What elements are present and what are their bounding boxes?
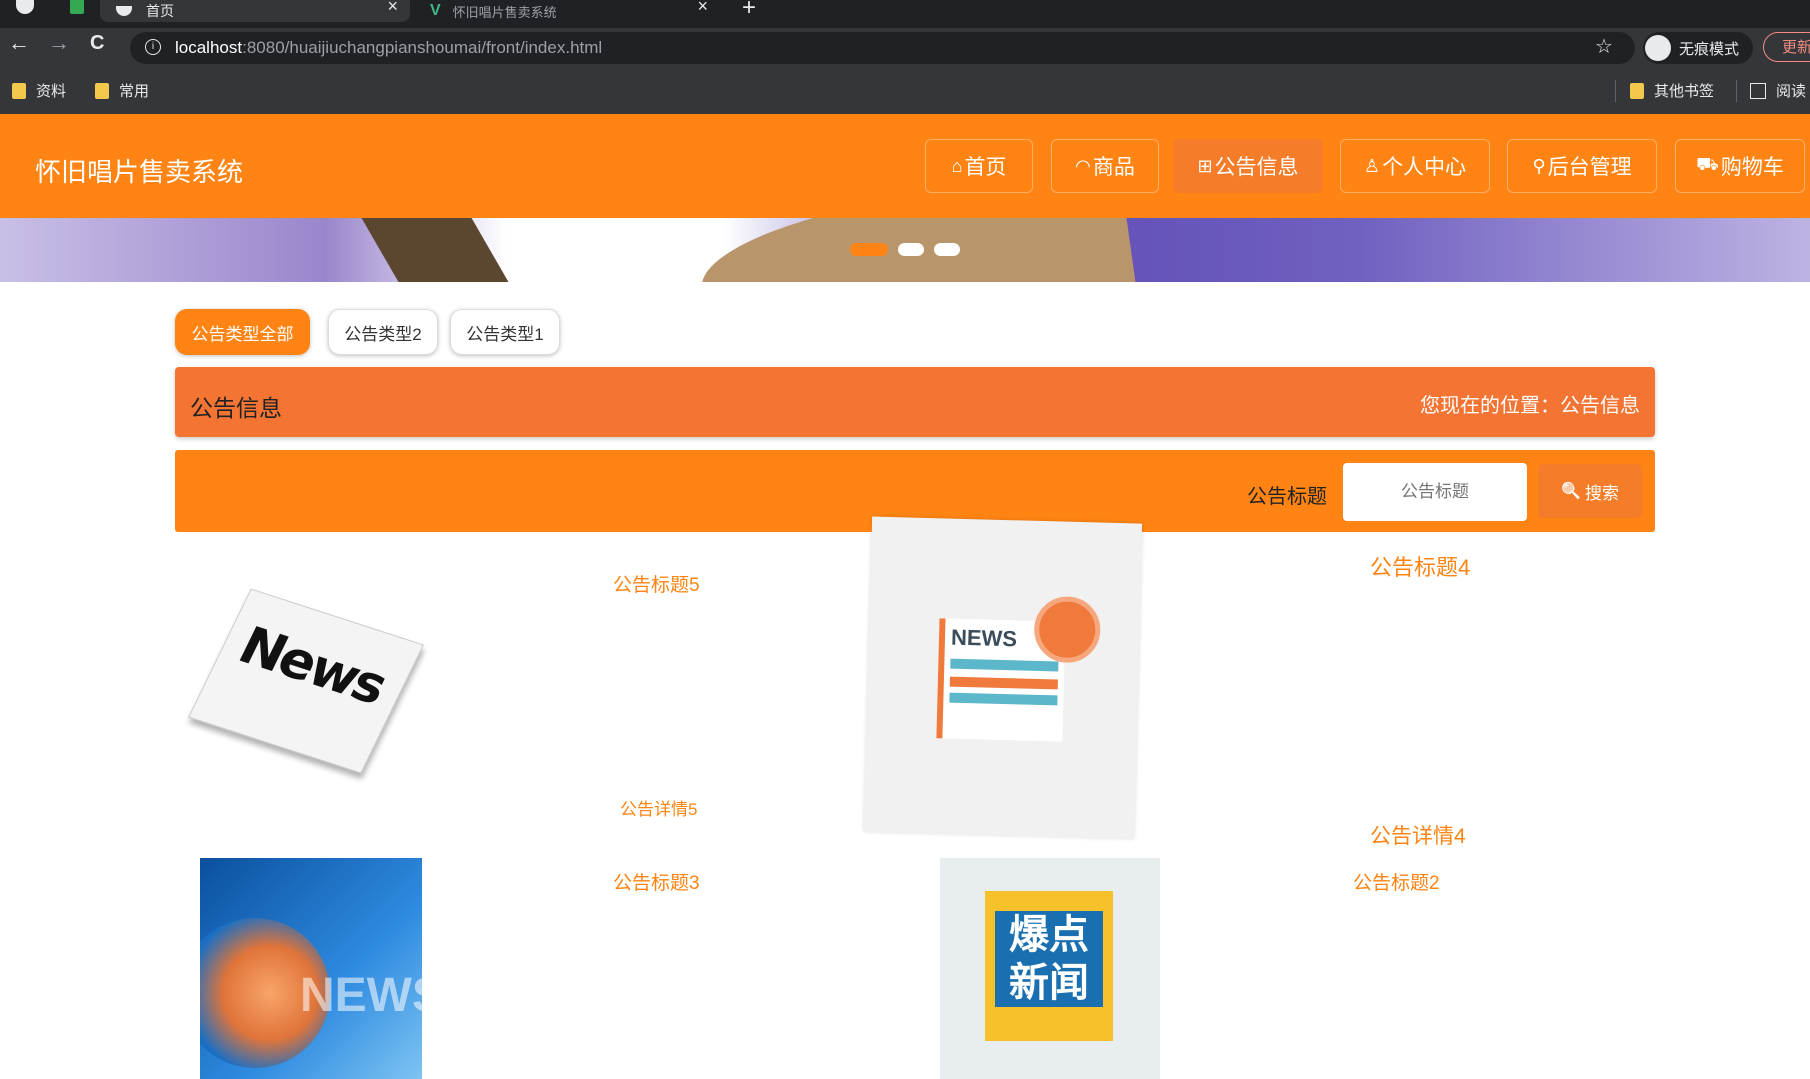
carousel-dot[interactable] — [850, 243, 888, 256]
search-input[interactable] — [1343, 463, 1527, 521]
info-icon[interactable]: i — [145, 39, 161, 55]
folder-icon — [95, 82, 109, 99]
carousel-dot[interactable] — [898, 243, 924, 256]
nav-label: 商品 — [1092, 156, 1135, 179]
notice-detail[interactable]: 公告详情4 — [1370, 820, 1466, 850]
carousel-indicators — [850, 243, 960, 256]
divider — [1736, 80, 1737, 102]
tab-site[interactable]: V 怀旧唱片售卖系统 × — [420, 0, 720, 22]
reading-list-label: 阅读 — [1776, 83, 1807, 100]
nav-home[interactable]: ⌂ 首页 — [925, 139, 1033, 193]
chrome-icon[interactable] — [16, 0, 34, 14]
home-icon: ⌂ — [951, 155, 963, 176]
browser-toolbar: ← → C i localhost:8080/huaijiuchangpians… — [0, 28, 1810, 68]
nav-cart[interactable]: ⛟ 购物车 — [1675, 139, 1805, 193]
nav-personal-center[interactable]: ♙ 个人中心 — [1340, 139, 1490, 193]
newspaper-headline: News — [229, 616, 395, 716]
bookmark-label: 常用 — [119, 83, 150, 100]
filter-type-1[interactable]: 公告类型1 — [450, 309, 560, 355]
notice-image[interactable]: NEWS — [200, 858, 422, 1079]
notice-title[interactable]: 公告标题4 — [1370, 550, 1470, 582]
bookmarks-bar: 资料 常用 其他书签 阅读 — [0, 68, 1810, 114]
breadcrumb: 您现在的位置：公告信息 — [1420, 395, 1640, 417]
cart-icon: ⛟ — [1696, 154, 1719, 174]
search-button-label: 搜索 — [1584, 483, 1619, 503]
close-tab-icon[interactable]: × — [387, 0, 398, 17]
dashboard-icon: ◠ — [1075, 155, 1091, 176]
reading-list-icon — [1750, 82, 1766, 99]
nav-admin[interactable]: ⚲ 后台管理 — [1507, 139, 1657, 193]
chrome-icon — [116, 6, 132, 16]
nav-products[interactable]: ◠ 商品 — [1051, 139, 1159, 193]
notice-title[interactable]: 公告标题2 — [1353, 868, 1440, 895]
vue-icon: V — [430, 2, 441, 19]
filter-all[interactable]: 公告类型全部 — [175, 309, 310, 355]
folder-icon — [1630, 82, 1644, 99]
incognito-indicator[interactable]: 无痕模式 — [1643, 32, 1753, 64]
news-text-bar — [950, 658, 1059, 672]
filter-type-2[interactable]: 公告类型2 — [328, 309, 438, 355]
bookmark-folder[interactable]: 资料 — [12, 80, 66, 101]
search-icon: 🔍 — [1561, 483, 1581, 500]
nav-notices[interactable]: ⊞ 公告信息 — [1173, 139, 1323, 193]
nav-label: 购物车 — [1720, 156, 1784, 179]
close-tab-icon[interactable]: × — [697, 0, 708, 17]
banner-carousel[interactable] — [0, 218, 1810, 282]
divider — [1615, 80, 1616, 102]
section-header: 公告信息 您现在的位置：公告信息 — [175, 367, 1655, 437]
browser-tab-bar: 首页 × V 怀旧唱片售卖系统 × + — [0, 0, 1810, 28]
breaking-news-label: 爆点新闻 — [995, 911, 1103, 1007]
notice-image[interactable]: News — [188, 588, 424, 780]
notice-image[interactable]: 爆点新闻 — [940, 858, 1160, 1079]
reading-list[interactable]: 阅读 — [1750, 80, 1806, 101]
update-button[interactable]: 更新 — [1763, 32, 1810, 62]
site-header: 怀旧唱片售卖系统 ⌂ 首页 ◠ 商品 ⊞ 公告信息 ♙ 个人中心 ⚲ 后台管理 ⛟ 购物车 — [0, 114, 1810, 218]
url-path: :8080/huaijiuchangpianshoumai/front/inde… — [242, 38, 603, 57]
forward-button[interactable]: → — [48, 30, 70, 56]
nav-label: 后台管理 — [1547, 156, 1632, 179]
incognito-icon — [1645, 35, 1671, 61]
gift-icon: ⊞ — [1197, 155, 1213, 176]
new-tab-button[interactable]: + — [742, 0, 756, 22]
breaking-news-icon: 爆点新闻 — [985, 891, 1113, 1041]
notice-detail[interactable]: 公告详情5 — [620, 795, 697, 820]
tab-title: 怀旧唱片售卖系统 — [452, 4, 557, 20]
news-text-bar — [949, 692, 1058, 706]
search-label: 公告标题 — [1247, 486, 1327, 508]
site-title: 怀旧唱片售卖系统 — [35, 157, 244, 187]
newspaper-icon: News — [188, 588, 424, 774]
search-button[interactable]: 🔍 搜索 — [1538, 464, 1642, 518]
folder-icon — [12, 82, 26, 99]
other-bookmarks[interactable]: 其他书签 — [1630, 80, 1714, 101]
bookmark-folder[interactable]: 常用 — [95, 80, 149, 101]
other-bookmarks-label: 其他书签 — [1654, 83, 1715, 100]
url-text[interactable]: localhost:8080/huaijiuchangpianshoumai/f… — [175, 38, 602, 58]
tab-title: 首页 — [146, 3, 174, 19]
back-button[interactable]: ← — [8, 30, 30, 56]
banner-image-strip — [361, 218, 509, 282]
sheets-icon[interactable] — [70, 0, 84, 14]
nav-label: 个人中心 — [1382, 156, 1467, 179]
incognito-label: 无痕模式 — [1679, 40, 1740, 58]
carousel-dot[interactable] — [934, 243, 960, 256]
news-text-bar — [949, 676, 1058, 690]
notice-title[interactable]: 公告标题5 — [613, 570, 700, 597]
nav-label: 公告信息 — [1214, 156, 1299, 179]
tab-home[interactable]: 首页 × — [100, 0, 410, 22]
bookmark-star-icon[interactable]: ☆ — [1595, 34, 1613, 59]
section-title: 公告信息 — [190, 395, 282, 421]
url-host: localhost — [175, 38, 243, 57]
coffee-cup-icon — [1033, 595, 1102, 664]
notice-image[interactable]: NEWS — [863, 516, 1143, 839]
notice-title[interactable]: 公告标题3 — [613, 868, 700, 895]
nav-label: 首页 — [964, 156, 1007, 179]
reload-button[interactable]: C — [90, 32, 104, 55]
bookmark-label: 资料 — [36, 83, 67, 100]
link-icon: ⚲ — [1532, 155, 1546, 176]
user-icon: ♙ — [1363, 155, 1381, 176]
news-label: NEWS — [300, 969, 422, 1022]
